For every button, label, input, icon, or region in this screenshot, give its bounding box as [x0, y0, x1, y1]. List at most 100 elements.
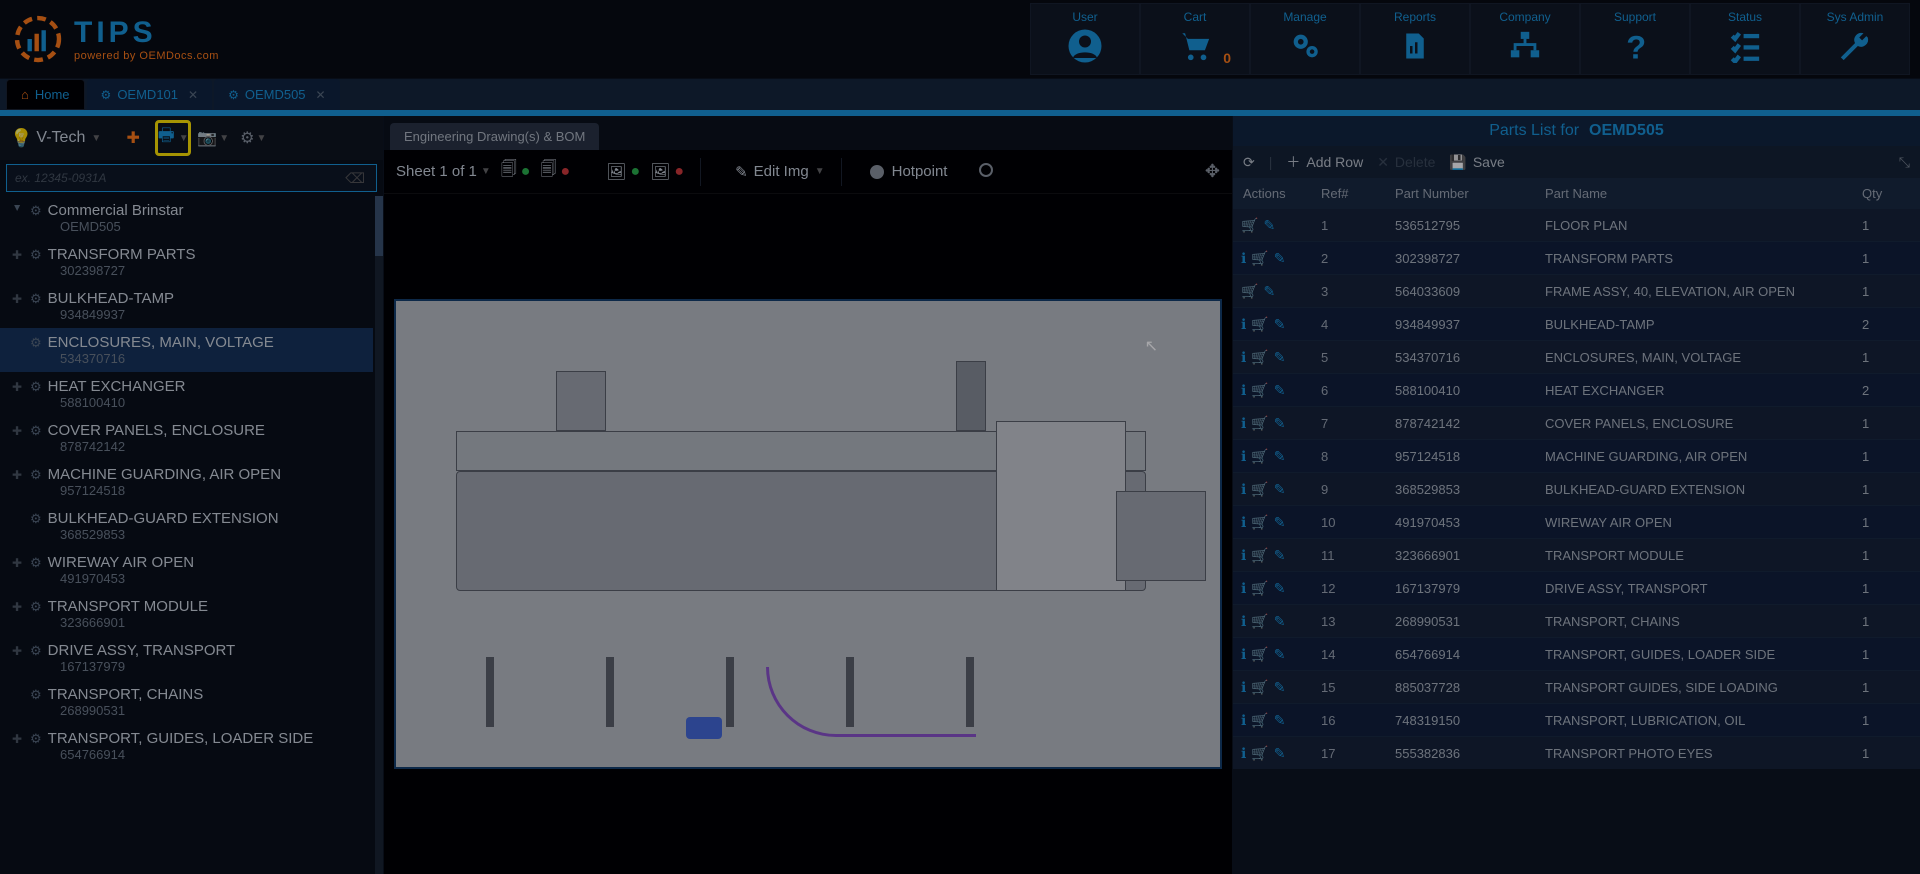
info-icon[interactable]: ℹ	[1241, 679, 1246, 696]
nav-reports[interactable]: Reports	[1360, 3, 1470, 75]
edit-icon[interactable]: ✎	[1274, 349, 1286, 366]
plus-icon[interactable]: ✚	[12, 248, 24, 262]
nav-status[interactable]: Status	[1690, 3, 1800, 75]
edit-icon[interactable]: ✎	[1274, 547, 1286, 564]
edit-icon[interactable]: ✎	[1274, 514, 1286, 531]
drawing-viewport[interactable]: ↖	[384, 194, 1232, 874]
info-icon[interactable]: ℹ	[1241, 250, 1246, 267]
cart-icon[interactable]: 🛒	[1251, 712, 1268, 729]
refresh-button[interactable]: ⟳	[1243, 154, 1255, 171]
edit-icon[interactable]: ✎	[1274, 250, 1286, 267]
add-button[interactable]: ✚	[115, 120, 151, 156]
plus-icon[interactable]: ✚	[12, 468, 24, 482]
nav-support[interactable]: Support?	[1580, 3, 1690, 75]
tree-item[interactable]: ✚⚙DRIVE ASSY, TRANSPORT167137979	[0, 636, 373, 680]
edit-icon[interactable]: ✎	[1274, 712, 1286, 729]
table-row[interactable]: ℹ🛒✎11323666901TRANSPORT MODULE1	[1233, 538, 1920, 571]
tree-item[interactable]: ✚⚙TRANSPORT, GUIDES, LOADER SIDE65476691…	[0, 724, 373, 768]
edit-icon[interactable]: ✎	[1274, 613, 1286, 630]
cart-icon[interactable]: 🛒	[1241, 217, 1258, 234]
edit-icon[interactable]: ✎	[1274, 448, 1286, 465]
clear-search-icon[interactable]: ⌫	[345, 170, 365, 187]
info-icon[interactable]: ℹ	[1241, 415, 1246, 432]
plus-icon[interactable]: ✚	[12, 600, 24, 614]
save-button[interactable]: 💾Save	[1449, 154, 1504, 171]
edit-icon[interactable]: ✎	[1263, 283, 1275, 300]
cart-icon[interactable]: 🛒	[1251, 481, 1268, 498]
close-icon[interactable]: ✕	[188, 88, 198, 102]
add-row-button[interactable]: ＋Add Row	[1286, 152, 1363, 172]
sheet-selector[interactable]: Sheet 1 of 1 ▼	[396, 163, 491, 180]
info-icon[interactable]: ℹ	[1241, 481, 1246, 498]
plus-icon[interactable]: ✚	[12, 644, 24, 658]
cart-icon[interactable]: 🛒	[1251, 514, 1268, 531]
col-actions[interactable]: Actions	[1233, 186, 1321, 201]
camera-button[interactable]: 📷▼	[195, 120, 231, 156]
col-ref[interactable]: Ref#	[1321, 186, 1395, 201]
remove-image-button[interactable]: 🖼●	[650, 162, 684, 182]
edit-icon[interactable]: ✎	[1274, 382, 1286, 399]
tab-oemd505[interactable]: ⚙OEMD505✕	[214, 79, 340, 110]
edit-icon[interactable]: ✎	[1274, 580, 1286, 597]
cart-icon[interactable]: 🛒	[1241, 283, 1258, 300]
edit-icon[interactable]: ✎	[1274, 646, 1286, 663]
info-icon[interactable]: ℹ	[1241, 613, 1246, 630]
info-icon[interactable]: ℹ	[1241, 745, 1246, 762]
nav-cart[interactable]: Cart0	[1140, 3, 1250, 75]
tree-item[interactable]: ⚙BULKHEAD-GUARD EXTENSION368529853	[0, 504, 373, 548]
edit-icon[interactable]: ✎	[1274, 679, 1286, 696]
table-row[interactable]: ℹ🛒✎6588100410HEAT EXCHANGER2	[1233, 373, 1920, 406]
table-row[interactable]: ℹ🛒✎5534370716ENCLOSURES, MAIN, VOLTAGE1	[1233, 340, 1920, 373]
info-icon[interactable]: ℹ	[1241, 514, 1246, 531]
tree-item[interactable]: ⚙TRANSPORT, CHAINS268990531	[0, 680, 373, 724]
nav-company[interactable]: Company	[1470, 3, 1580, 75]
tree-item[interactable]: ✚⚙BULKHEAD-TAMP934849937	[0, 284, 373, 328]
table-row[interactable]: ℹ🛒✎7878742142COVER PANELS, ENCLOSURE1	[1233, 406, 1920, 439]
table-row[interactable]: ℹ🛒✎16748319150TRANSPORT, LUBRICATION, OI…	[1233, 703, 1920, 736]
search-input[interactable]	[6, 164, 377, 192]
cart-icon[interactable]: 🛒	[1251, 613, 1268, 630]
nav-user[interactable]: User	[1030, 3, 1140, 75]
cart-icon[interactable]: 🛒	[1251, 580, 1268, 597]
table-row[interactable]: ℹ🛒✎13268990531TRANSPORT, CHAINS1	[1233, 604, 1920, 637]
table-row[interactable]: ℹ🛒✎4934849937BULKHEAD-TAMP2	[1233, 307, 1920, 340]
info-icon[interactable]: ℹ	[1241, 547, 1246, 564]
table-row[interactable]: ℹ🛒✎8957124518MACHINE GUARDING, AIR OPEN1	[1233, 439, 1920, 472]
table-row[interactable]: ℹ🛒✎2302398727TRANSFORM PARTS1	[1233, 241, 1920, 274]
hotpoint-radio-selected[interactable]: Hotpoint	[870, 163, 948, 180]
chevron-down-icon[interactable]: ▸	[11, 205, 25, 217]
table-row[interactable]: ℹ🛒✎14654766914TRANSPORT, GUIDES, LOADER …	[1233, 637, 1920, 670]
tree-item[interactable]: ▸⚙Commercial BrinstarOEMD505	[0, 196, 373, 240]
org-selector[interactable]: V-Tech ▼	[36, 129, 101, 147]
hotpoint-radio-unselected[interactable]	[979, 163, 993, 181]
info-icon[interactable]: ℹ	[1241, 349, 1246, 366]
tree-item[interactable]: ✚⚙COVER PANELS, ENCLOSURE878742142	[0, 416, 373, 460]
info-icon[interactable]: ℹ	[1241, 712, 1246, 729]
settings-button[interactable]: ⚙▼	[235, 120, 271, 156]
move-icon[interactable]: ✥	[1205, 161, 1220, 182]
plus-icon[interactable]: ✚	[12, 556, 24, 570]
col-part-number[interactable]: Part Number	[1395, 186, 1545, 201]
info-icon[interactable]: ℹ	[1241, 382, 1246, 399]
cart-icon[interactable]: 🛒	[1251, 745, 1268, 762]
table-row[interactable]: ℹ🛒✎17555382836TRANSPORT PHOTO EYES1	[1233, 736, 1920, 769]
edit-icon[interactable]: ✎	[1274, 415, 1286, 432]
delete-button[interactable]: ✕Delete	[1377, 154, 1435, 171]
print-button[interactable]: 🖶 ▼	[155, 120, 191, 156]
add-image-button[interactable]: 🖼●	[606, 162, 640, 182]
tree-scroll-thumb[interactable]	[375, 196, 383, 256]
info-icon[interactable]: ℹ	[1241, 646, 1246, 663]
add-page-button[interactable]: 🗐●	[501, 158, 531, 185]
edit-icon[interactable]: ✎	[1274, 481, 1286, 498]
compress-icon[interactable]: ⤡	[1899, 154, 1910, 171]
table-row[interactable]: ℹ🛒✎12167137979DRIVE ASSY, TRANSPORT1	[1233, 571, 1920, 604]
edit-image-menu[interactable]: ✎ Edit Img ▼	[735, 163, 825, 181]
table-row[interactable]: 🛒✎1536512795FLOOR PLAN1	[1233, 208, 1920, 241]
tree-item[interactable]: ✚⚙WIREWAY AIR OPEN491970453	[0, 548, 373, 592]
plus-icon[interactable]: ✚	[12, 424, 24, 438]
table-row[interactable]: ℹ🛒✎15885037728TRANSPORT GUIDES, SIDE LOA…	[1233, 670, 1920, 703]
table-row[interactable]: ℹ🛒✎10491970453WIREWAY AIR OPEN1	[1233, 505, 1920, 538]
table-row[interactable]: 🛒✎3564033609FRAME ASSY, 40, ELEVATION, A…	[1233, 274, 1920, 307]
cart-icon[interactable]: 🛒	[1251, 448, 1268, 465]
nav-sys-admin[interactable]: Sys Admin	[1800, 3, 1910, 75]
